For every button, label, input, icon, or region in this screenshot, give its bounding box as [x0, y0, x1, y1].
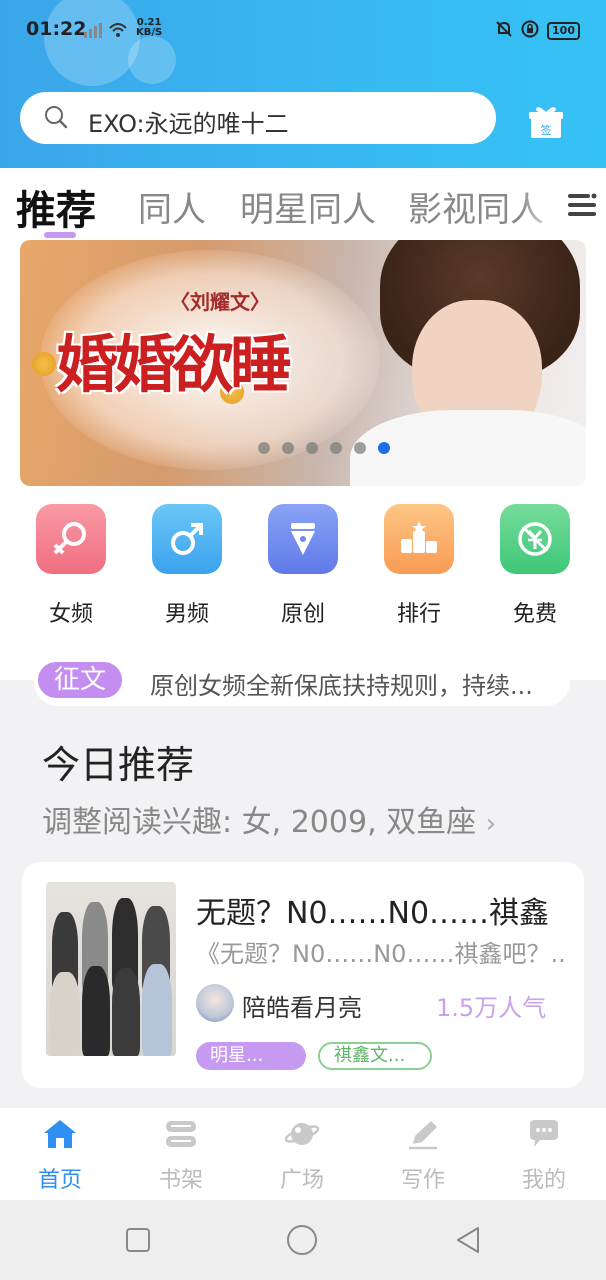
nav-write[interactable]: 写作: [383, 1118, 463, 1194]
category-male[interactable]: 男频: [152, 504, 222, 628]
podium-icon: [384, 504, 454, 574]
book-description: 《无题？N0……N0……祺鑫吧？...: [196, 940, 566, 968]
book-title: 无题？N0……N0……祺鑫: [196, 896, 550, 931]
cover-figure: [50, 972, 80, 1056]
cover-figure: [112, 968, 140, 1056]
category-label: 免费: [512, 602, 557, 627]
recent-apps-icon[interactable]: [124, 1226, 152, 1254]
tab-celebrity-fanfic[interactable]: 明星同人: [240, 182, 376, 231]
category-label: 原创: [280, 602, 325, 627]
cover-figure: [142, 964, 172, 1056]
category-original[interactable]: 原创: [268, 504, 338, 628]
category-label: 女频: [48, 602, 93, 627]
active-tab-indicator: [44, 232, 76, 238]
category-female[interactable]: 女频: [36, 504, 106, 628]
pencil-icon: [409, 1121, 437, 1150]
chat-bubble-icon: [530, 1120, 558, 1147]
status-icons: 100: [495, 20, 580, 42]
tab-recommend[interactable]: 推荐: [16, 178, 96, 236]
carousel-dot[interactable]: [354, 442, 366, 454]
nav-label: 书架: [158, 1168, 203, 1193]
system-navigation-bar: [0, 1200, 606, 1280]
banner-title: 婚婚欲睡: [56, 328, 292, 401]
mute-bell-icon: [495, 20, 513, 42]
tag-chip[interactable]: 明星...: [196, 1042, 306, 1070]
planet-icon: [284, 1123, 320, 1145]
section-title: 今日推荐: [42, 743, 195, 787]
search-bar[interactable]: EXO:永远的唯十二: [20, 92, 496, 144]
lock-rotation-icon: [521, 20, 539, 42]
nav-plaza[interactable]: 广场: [262, 1118, 342, 1194]
free-yuan-icon: [500, 504, 570, 574]
banner-section: 〈刘耀文〉 婚婚欲睡 女频 男频 原创 排行 免费 征文 原创女频全新保底扶持规…: [0, 240, 606, 706]
category-free[interactable]: 免费: [500, 504, 570, 628]
author-avatar: [196, 984, 234, 1022]
back-icon[interactable]: [452, 1224, 484, 1256]
nav-label: 我的: [521, 1168, 566, 1193]
search-icon: [45, 106, 68, 129]
carousel-dot[interactable]: [258, 442, 270, 454]
book-cover: [46, 882, 176, 1056]
network-speed: 0.21 KB/S: [136, 18, 162, 38]
carousel-dot-active[interactable]: [378, 442, 390, 454]
book-card[interactable]: 无题？N0……N0……祺鑫 《无题？N0……N0……祺鑫吧？... 陪皓看月亮 …: [22, 862, 584, 1088]
gift-label: 签: [541, 123, 552, 137]
status-time: 01:22: [26, 18, 87, 40]
category-tabs: 推荐 同人 明星同人 影视同人: [0, 168, 606, 240]
bottom-navigation: 首页 书架 广场 写作 我的: [0, 1108, 606, 1200]
battery-indicator: 100: [547, 22, 580, 40]
gift-checkin-icon[interactable]: 签: [528, 104, 564, 140]
male-icon: [152, 504, 222, 574]
home-button-icon[interactable]: [286, 1224, 318, 1256]
nav-bookshelf[interactable]: 书架: [141, 1118, 221, 1194]
tag-chip[interactable]: 祺鑫文...: [318, 1042, 432, 1070]
signal-icon: [82, 20, 130, 44]
flower-decor: [32, 352, 56, 376]
nav-label: 广场: [279, 1168, 324, 1193]
pen-nib-icon: [268, 504, 338, 574]
carousel-dots: [258, 442, 390, 454]
nav-mine[interactable]: 我的: [504, 1118, 584, 1194]
bookshelf-icon: [166, 1121, 196, 1147]
cover-figure: [82, 966, 110, 1056]
popularity-count: 1.5万人气: [436, 994, 547, 1022]
reading-interest-link[interactable]: 调整阅读兴趣: 女, 2009, 双鱼座 ›: [42, 797, 496, 841]
promo-banner[interactable]: 〈刘耀文〉 婚婚欲睡: [20, 240, 586, 486]
carousel-dot[interactable]: [306, 442, 318, 454]
category-label: 男频: [164, 602, 209, 627]
chevron-right-icon: ›: [485, 809, 497, 839]
reading-interest-text: 调整阅读兴趣: 女, 2009, 双鱼座: [42, 805, 477, 840]
menu-icon[interactable]: [566, 190, 598, 220]
tab-fanfic[interactable]: 同人: [138, 182, 206, 231]
carousel-dot[interactable]: [330, 442, 342, 454]
network-speed-unit: KB/S: [136, 27, 163, 38]
home-icon: [44, 1120, 76, 1148]
nav-label: 首页: [37, 1168, 82, 1193]
tab-fade: [520, 168, 560, 240]
app-header: 01:22 0.21 KB/S 100 EXO:永远的唯十二 签: [0, 0, 606, 168]
announcement-tag: 征文: [38, 662, 122, 698]
announcement-text: 原创女频全新保底扶持规则，持续...: [150, 672, 533, 700]
announcement-bar[interactable]: 征文 原创女频全新保底扶持规则，持续...: [34, 658, 570, 706]
carousel-dot[interactable]: [282, 442, 294, 454]
banner-author: 〈刘耀文〉: [170, 290, 270, 314]
status-bar: 01:22 0.21 KB/S 100: [0, 14, 606, 48]
category-ranking[interactable]: 排行: [384, 504, 454, 628]
female-icon: [36, 504, 106, 574]
author-name: 陪皓看月亮: [242, 994, 362, 1022]
nav-home[interactable]: 首页: [20, 1118, 100, 1194]
category-label: 排行: [396, 602, 441, 627]
nav-label: 写作: [400, 1168, 445, 1193]
search-suggestion: EXO:永远的唯十二: [88, 110, 289, 138]
